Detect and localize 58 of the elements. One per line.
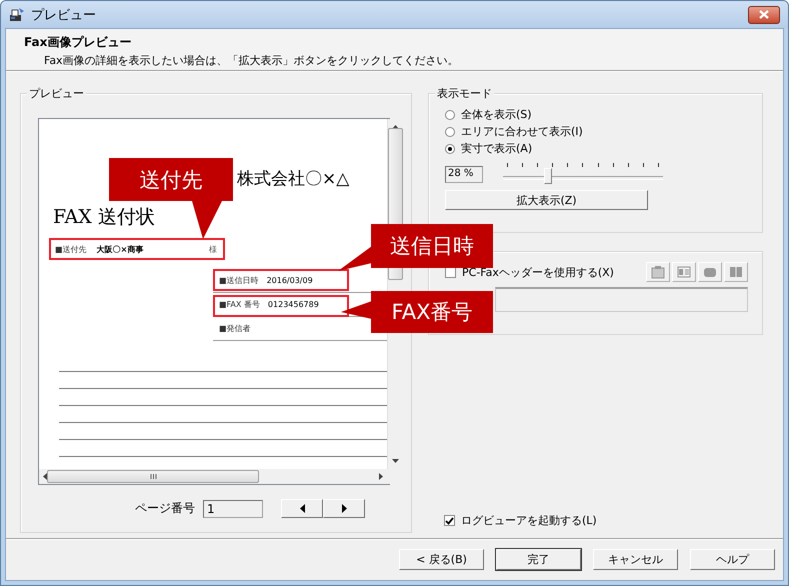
calendar-icon xyxy=(651,266,665,278)
radio-label[interactable]: 全体を表示(S) xyxy=(461,107,532,122)
phone-icon xyxy=(703,266,717,278)
radio-button[interactable] xyxy=(445,144,455,154)
scroll-down-icon[interactable] xyxy=(392,459,399,463)
dialog-button[interactable]: < 戻る(B) xyxy=(399,549,484,570)
page-number-field[interactable]: 1 xyxy=(203,500,263,518)
card-icon xyxy=(677,266,691,278)
zoom-slider[interactable] xyxy=(503,161,663,187)
horizontal-scrollbar[interactable] xyxy=(39,469,387,484)
field-value: 0123456789 xyxy=(268,300,319,309)
radio-label[interactable]: 実寸で表示(A) xyxy=(461,141,532,156)
page-number-label: ページ番号 xyxy=(135,500,195,517)
window-title: プレビュー xyxy=(31,6,96,24)
company-name: 株式会社〇×△ xyxy=(237,169,350,189)
close-button[interactable] xyxy=(748,6,780,24)
close-icon xyxy=(759,10,769,19)
field-label: ■発信者 xyxy=(219,323,251,334)
radio-button[interactable] xyxy=(445,126,455,136)
callout-pointer xyxy=(337,245,373,272)
grip-icon xyxy=(150,474,156,479)
callout-label: FAX番号 xyxy=(371,291,493,333)
zoom-value-field: 28 % xyxy=(445,166,483,182)
callout-pointer xyxy=(191,200,225,240)
toolbar-button[interactable] xyxy=(646,262,670,282)
right-triangle-icon xyxy=(342,504,346,513)
group-label: プレビュー xyxy=(27,86,86,101)
toolbar-button[interactable] xyxy=(698,262,722,282)
dialog-button[interactable]: キャンセル xyxy=(593,549,678,570)
field-value: 大阪〇×商事 xyxy=(96,244,144,254)
radio-label[interactable]: エリアに合わせて表示(I) xyxy=(461,124,583,139)
document-title: FAX 送付状 xyxy=(53,205,155,229)
field-label: ■送付先 xyxy=(55,244,87,254)
field-value: 2016/03/09 xyxy=(266,276,313,285)
slider-thumb[interactable] xyxy=(544,168,552,184)
page-description: Fax画像の詳細を表示したい場合は、「拡大表示」ボタンをクリックしてください。 xyxy=(43,53,460,68)
callout-pointer xyxy=(340,300,373,320)
field-label: ■送信日時 xyxy=(219,275,259,286)
honorific-text: 様 xyxy=(209,244,217,254)
previous-page-button[interactable] xyxy=(281,499,323,518)
header-text-field[interactable] xyxy=(495,287,748,312)
left-triangle-icon xyxy=(300,504,304,513)
next-page-button[interactable] xyxy=(323,499,365,518)
scroll-right-icon[interactable] xyxy=(379,473,383,480)
fax-machine-icon xyxy=(9,6,25,22)
checkbox-label[interactable]: ログビューアを起動する(L) xyxy=(461,513,597,528)
zoom-button[interactable]: 拡大表示(Z) xyxy=(445,190,648,210)
field-label: ■FAX 番号 xyxy=(219,299,260,310)
page-heading: Fax画像プレビュー xyxy=(24,34,132,51)
radio-button[interactable] xyxy=(445,110,455,120)
dialog-button[interactable]: 完了 xyxy=(496,549,581,570)
book-icon xyxy=(729,266,743,278)
toolbar-button[interactable] xyxy=(724,262,748,282)
checkbox[interactable] xyxy=(444,515,455,526)
dialog-button[interactable]: ヘルプ xyxy=(690,549,775,570)
toolbar-button[interactable] xyxy=(672,262,696,282)
check-icon xyxy=(445,516,454,524)
group-label: 表示モード xyxy=(435,86,494,101)
